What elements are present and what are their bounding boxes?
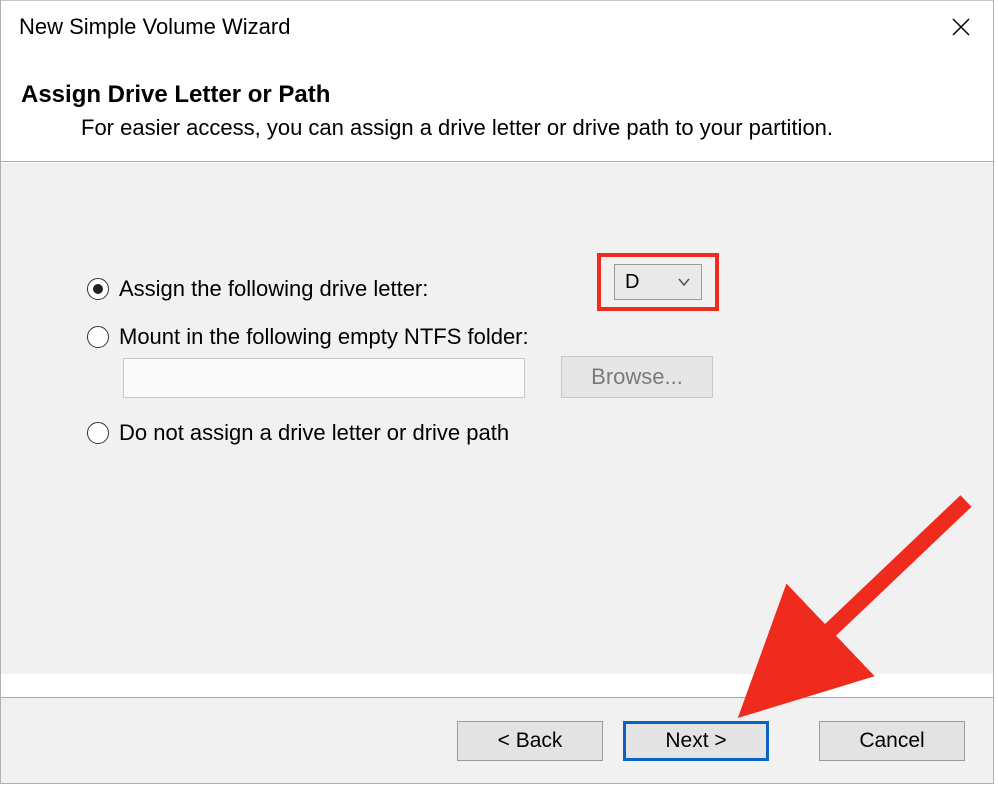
wizard-content: Assign the following drive letter: Mount… (1, 162, 993, 674)
browse-button: Browse... (561, 356, 713, 398)
back-button[interactable]: < Back (457, 721, 603, 761)
chevron-down-icon (677, 275, 691, 289)
ntfs-path-input[interactable] (123, 358, 525, 398)
close-button[interactable] (937, 7, 985, 47)
next-button[interactable]: Next > (623, 721, 769, 761)
back-button-label: < Back (498, 729, 563, 753)
next-button-label: Next > (665, 729, 726, 753)
wizard-header: Assign Drive Letter or Path For easier a… (1, 53, 993, 161)
drive-letter-select[interactable]: D (614, 264, 702, 300)
cancel-button-label: Cancel (859, 729, 924, 753)
wizard-dialog: New Simple Volume Wizard Assign Drive Le… (0, 0, 994, 784)
option-mount-folder-label: Mount in the following empty NTFS folder… (119, 324, 529, 350)
titlebar: New Simple Volume Wizard (1, 1, 993, 53)
option-no-assign-label: Do not assign a drive letter or drive pa… (119, 420, 509, 446)
page-title: Assign Drive Letter or Path (21, 81, 973, 109)
page-subtitle: For easier access, you can assign a driv… (81, 115, 973, 141)
wizard-footer: < Back Next > Cancel (1, 697, 993, 783)
radio-no-assign[interactable] (87, 422, 109, 444)
drive-letter-value: D (625, 271, 639, 294)
option-assign-letter[interactable]: Assign the following drive letter: (87, 269, 529, 309)
drive-letter-highlight: D (597, 253, 719, 311)
close-icon (951, 17, 971, 37)
cancel-button[interactable]: Cancel (819, 721, 965, 761)
radio-mount-folder[interactable] (87, 326, 109, 348)
option-mount-folder[interactable]: Mount in the following empty NTFS folder… (87, 317, 529, 357)
option-no-assign[interactable]: Do not assign a drive letter or drive pa… (87, 413, 529, 453)
option-assign-letter-label: Assign the following drive letter: (119, 276, 428, 302)
window-title: New Simple Volume Wizard (19, 14, 290, 40)
browse-button-label: Browse... (591, 364, 683, 390)
radio-assign-letter[interactable] (87, 278, 109, 300)
